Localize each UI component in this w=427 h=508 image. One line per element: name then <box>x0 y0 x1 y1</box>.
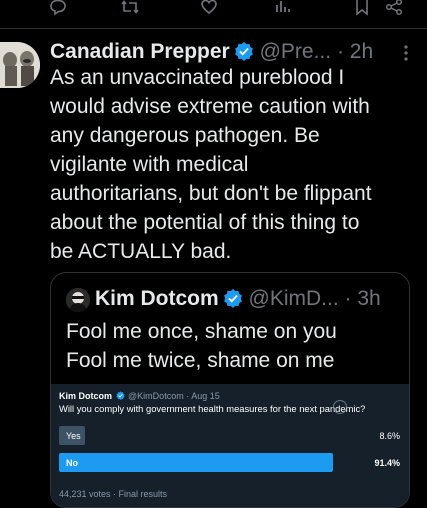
verified-badge-icon <box>234 41 253 61</box>
bookmark-icon[interactable] <box>352 0 372 16</box>
quoted-tweet[interactable]: Kim Dotcom @KimD... · 3h Fool me once, s… <box>50 272 410 508</box>
views-icon[interactable] <box>272 0 292 16</box>
reply-icon[interactable] <box>48 0 68 16</box>
poll-option-percent: 91.4% <box>374 458 400 468</box>
quote-handle[interactable]: @KimD... <box>249 287 339 310</box>
poll-option-bar <box>59 453 334 472</box>
poll-question: Will you comply with government health m… <box>59 403 366 414</box>
display-name[interactable]: Canadian Prepper <box>50 40 230 63</box>
tweet-text: As an unvaccinated pureblood I would adv… <box>50 66 372 263</box>
tweet-header: Canadian Prepper @Pre... · 2h <box>50 38 420 66</box>
poll-shot-handle: @KimDotcom <box>128 391 184 401</box>
avatar[interactable] <box>0 42 40 88</box>
poll-option-label: Yes <box>66 431 81 441</box>
previous-tweet-action-bar <box>0 0 427 22</box>
quote-timestamp[interactable]: 3h <box>357 287 380 310</box>
tweet-divider <box>0 28 427 29</box>
share-icon[interactable] <box>384 0 404 16</box>
more-options-icon[interactable] <box>397 44 415 62</box>
poll-option-label: No <box>66 458 78 468</box>
poll-shot-date: Aug 15 <box>191 391 220 401</box>
poll-shot-separator: · <box>186 391 190 401</box>
retweet-icon[interactable] <box>120 0 140 16</box>
verified-badge-icon <box>223 288 242 308</box>
quote-display-name[interactable]: Kim Dotcom <box>95 287 219 310</box>
poll-shot-name: Kim Dotcom <box>59 391 113 401</box>
timestamp[interactable]: 2h <box>350 40 373 63</box>
separator: · <box>336 40 344 63</box>
quote-separator: · <box>344 287 352 310</box>
poll-screenshot-image[interactable]: Kim Dotcom @KimDotcom · Aug 15 Will you … <box>51 384 409 507</box>
verified-badge-icon <box>116 391 125 400</box>
quote-avatar[interactable] <box>66 288 90 312</box>
like-icon[interactable] <box>199 0 219 16</box>
poll-shot-header: Kim Dotcom @KimDotcom · Aug 15 <box>59 390 399 402</box>
quote-header: Kim Dotcom @KimD... · 3h <box>95 286 405 312</box>
handle[interactable]: @Pre... <box>260 40 332 63</box>
poll-footer: 44,231 votes · Final results <box>59 489 168 499</box>
quote-text: Fool me once, shame on you Fool me twice… <box>66 320 337 372</box>
circle-icon <box>333 400 347 414</box>
poll-option-percent: 8.6% <box>379 431 400 441</box>
